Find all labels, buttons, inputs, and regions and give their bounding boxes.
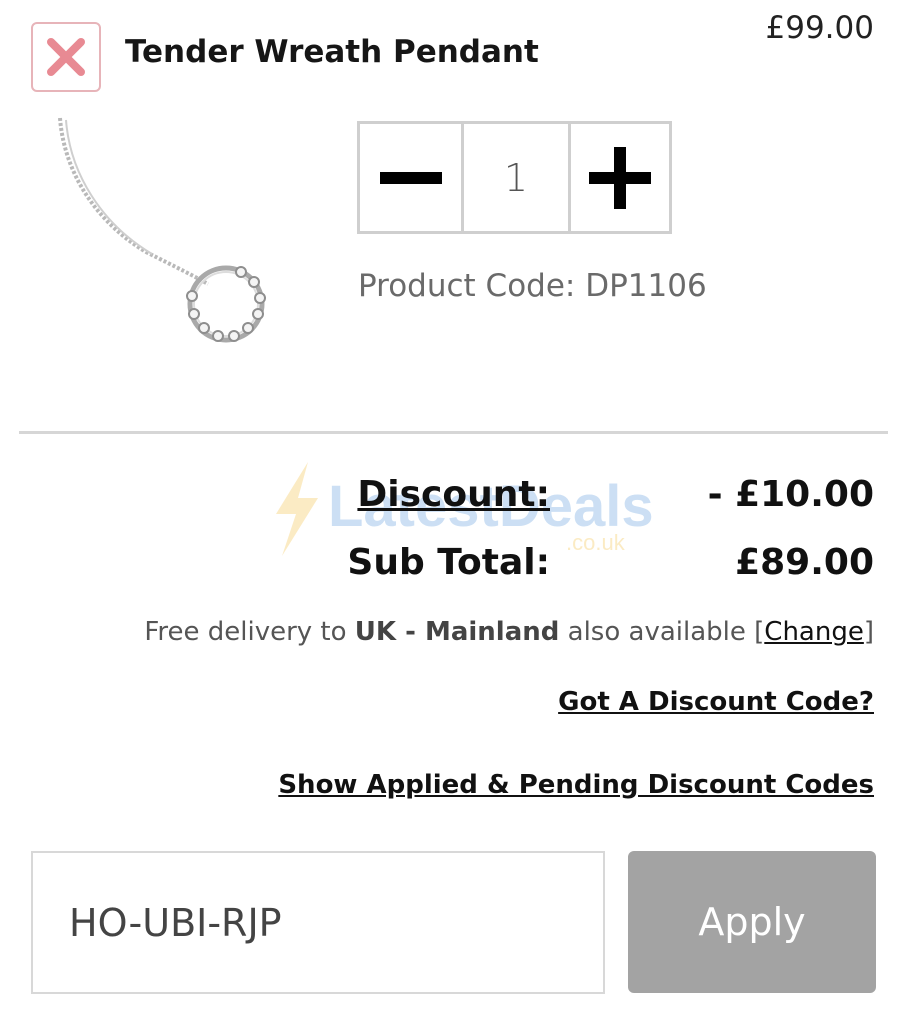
discount-code-input[interactable] [31,851,605,994]
product-code-label: Product Code: [358,268,576,304]
delivery-region: UK - Mainland [354,617,560,647]
delivery-suffix: also available [567,617,746,647]
pendant-image [58,117,266,343]
quantity-stepper: 1 [357,121,672,234]
delivery-prefix: Free delivery to [144,617,347,647]
close-x-icon [47,38,85,76]
discount-value: - £10.00 [707,474,874,515]
watermark-domain: .co.uk [566,530,626,555]
delivery-info: Free delivery to UK - Mainland also avai… [144,617,874,647]
minus-icon [379,171,442,184]
divider [19,431,888,434]
quantity-value[interactable]: 1 [464,124,571,231]
product-title: Tender Wreath Pendant [125,34,539,70]
change-delivery-link[interactable]: Change [764,617,864,647]
subtotal-value: £89.00 [735,542,874,583]
plus-icon [589,146,651,209]
close-bracket: ] [863,617,874,647]
product-price: £99.00 [765,10,874,46]
remove-item-button[interactable] [31,22,101,92]
increase-quantity-button[interactable] [571,124,669,231]
product-image [36,112,306,377]
discount-label[interactable]: Discount: [357,474,550,515]
product-code: Product Code: DP1106 [358,268,707,304]
decrease-quantity-button[interactable] [360,124,464,231]
open-bracket: [ [754,617,765,647]
product-code-value: DP1106 [585,268,707,304]
subtotal-label: Sub Total: [347,542,550,583]
show-discount-codes-link[interactable]: Show Applied & Pending Discount Codes [278,770,874,800]
apply-button[interactable]: Apply [628,851,876,993]
got-discount-code-link[interactable]: Got A Discount Code? [558,687,874,717]
